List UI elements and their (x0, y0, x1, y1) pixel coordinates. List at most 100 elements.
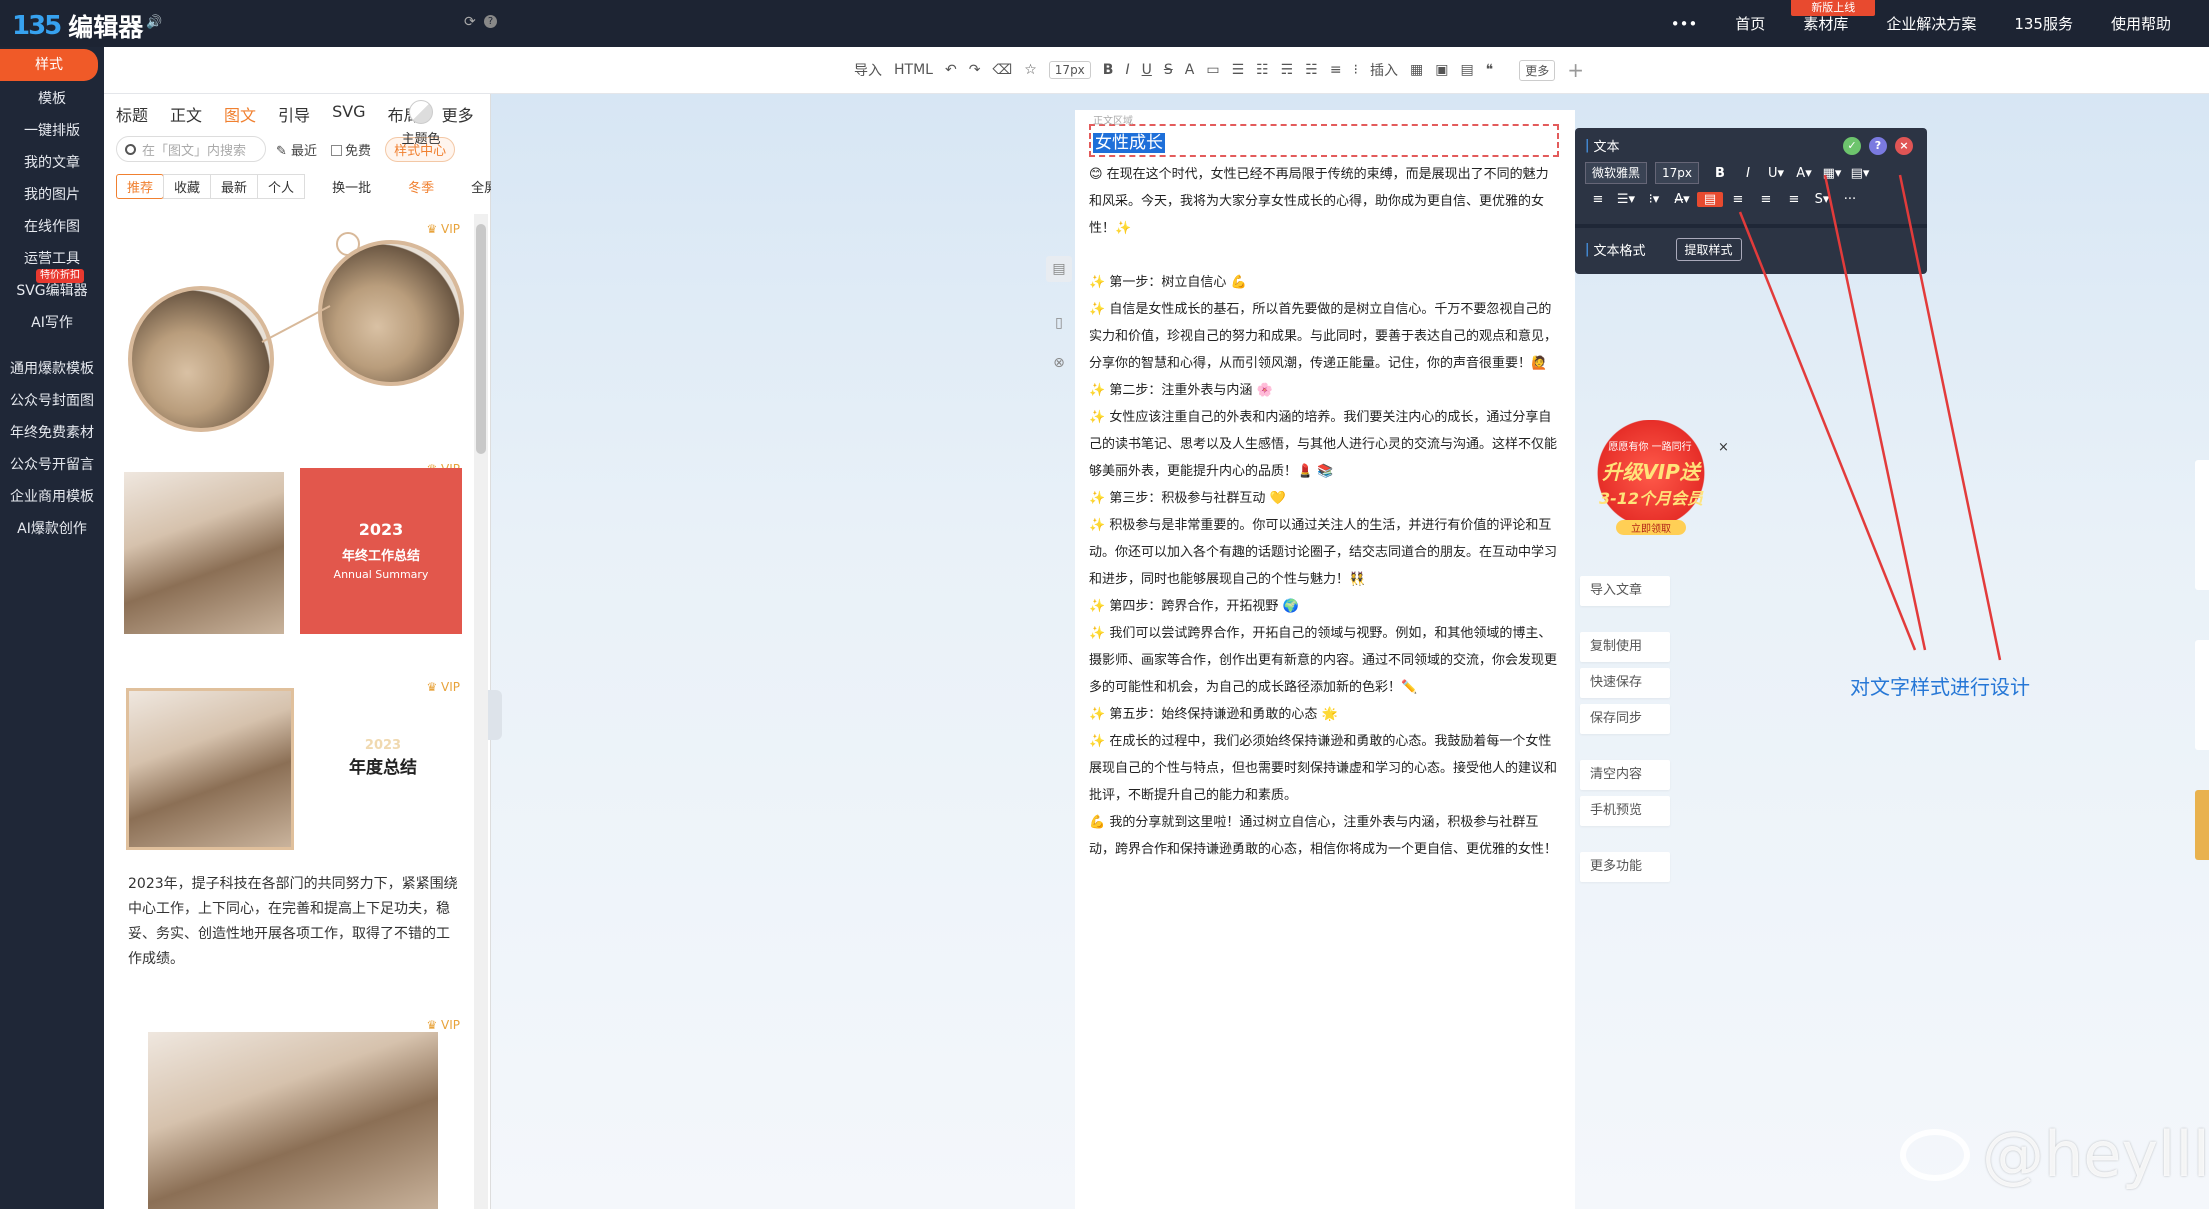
tab-image-text[interactable]: 图文 (224, 102, 256, 126)
theme-color-button[interactable]: 主题色 (397, 100, 445, 147)
doc-paragraph[interactable]: 💪 我的分享就到这里啦！通过树立自信心，注重外表与内涵，积极参与社群互动，跨界合… (1089, 809, 1561, 863)
tab-body[interactable]: 正文 (170, 102, 202, 126)
add-icon[interactable]: + (1567, 58, 1584, 82)
undo-icon[interactable]: ↶ (945, 62, 957, 78)
redo-icon[interactable]: ↷ (969, 62, 981, 78)
strike-icon[interactable]: S▾ (1809, 192, 1835, 207)
speaker-icon[interactable]: 🔊 (146, 15, 162, 30)
align-left-icon[interactable]: ▤ (1697, 192, 1723, 207)
video-icon[interactable]: ▤ (1460, 62, 1473, 78)
vip-promo[interactable]: 愿愿有你 一路同行 升级VIP送 3-12个月会员 立即领取 (1580, 420, 1722, 538)
template-card-4[interactable]: ♛ VIP (118, 1012, 468, 1209)
sidebar-item-ai-creation[interactable]: AI爆款创作 (0, 513, 104, 545)
subtab-recommend[interactable]: 推荐 (116, 174, 165, 199)
font-size-select[interactable]: 17px (1048, 61, 1091, 79)
font-size-select[interactable]: 17px (1655, 162, 1700, 184)
sidebar-item-online-drawing[interactable]: 在线作图 (0, 211, 104, 243)
indent-icon[interactable]: ☴ (1281, 62, 1294, 78)
border-icon[interactable]: ▤▾ (1847, 166, 1873, 181)
doc-paragraph[interactable]: ✨ 第四步：跨界合作，开拓视野 🌍 (1089, 593, 1561, 620)
ok-icon[interactable]: ✓ (1843, 137, 1861, 155)
more-icon[interactable]: ··· (1837, 192, 1863, 207)
line-height-icon[interactable]: ⁝▾ (1641, 192, 1667, 207)
sidebar-item-svg-editor[interactable]: 特价折扣 SVG编辑器 (0, 269, 104, 307)
sidebar-item-my-images[interactable]: 我的图片 (0, 179, 104, 211)
nav-service[interactable]: 135服务 (2014, 13, 2073, 34)
font-color-icon[interactable]: A (1185, 62, 1195, 78)
doc-paragraph[interactable]: ✨ 在成长的过程中，我们必须始终保持谦逊和勇敢的心态。我鼓励着每一个女性展现自己… (1089, 728, 1561, 809)
doc-paragraph[interactable]: ✨ 第一步：树立自信心 💪 (1089, 269, 1561, 296)
copy-button[interactable]: 复制使用 (1580, 632, 1670, 662)
nav-help[interactable]: 使用帮助 (2111, 13, 2171, 34)
doc-paragraph[interactable]: ✨ 我们可以尝试跨界合作，开拓自己的领域与视野。例如，和其他领域的博主、摄影师、… (1089, 620, 1561, 701)
file-icon[interactable]: ▯ (1046, 310, 1072, 336)
free-checkbox[interactable]: 免费 (331, 140, 371, 159)
sidebar-item-comments[interactable]: 公众号开留言 (0, 449, 104, 481)
close-icon[interactable]: × (1895, 137, 1913, 155)
mobile-preview-button[interactable]: 手机预览 (1580, 796, 1670, 826)
format-brush-icon[interactable]: ☆ (1024, 62, 1037, 78)
subtab-latest[interactable]: 最新 (210, 174, 259, 199)
doc-paragraph[interactable]: ✨ 第三步：积极参与社群互动 💛 (1089, 485, 1561, 512)
extract-style-button[interactable]: 提取样式 (1675, 238, 1742, 261)
right-tab[interactable] (2195, 460, 2209, 590)
sidebar-item-enterprise[interactable]: 企业商用模板 (0, 481, 104, 513)
help-icon[interactable]: ? (1869, 137, 1887, 155)
panel-scrollbar[interactable] (474, 214, 488, 1209)
subtab-personal[interactable]: 个人 (257, 174, 306, 199)
import-button[interactable]: 导入 (854, 60, 882, 80)
help-icon[interactable]: ? (484, 15, 497, 28)
underline-icon[interactable]: U▾ (1763, 166, 1789, 181)
more-button[interactable]: 更多 (1519, 59, 1556, 81)
bold-icon[interactable]: B (1103, 62, 1114, 78)
italic-icon[interactable]: I (1735, 166, 1761, 181)
list-icon[interactable]: ☷ (1256, 62, 1269, 78)
line-height-icon[interactable]: ⁝ (1354, 62, 1358, 78)
bg-color-icon[interactable]: ▦▾ (1819, 166, 1845, 181)
doc-paragraph[interactable]: ✨ 自信是女性成长的基石，所以首先要做的是树立自信心。千万不要忽视自己的实力和价… (1089, 296, 1561, 377)
html-button[interactable]: HTML (894, 62, 933, 78)
doc-paragraph[interactable]: ✨ 第二步：注重外表与内涵 🌸 (1089, 377, 1561, 404)
list-icon[interactable]: ≡ (1585, 192, 1611, 207)
font-color-icon[interactable]: A▾ (1791, 166, 1817, 181)
nav-enterprise[interactable]: 企业解决方案 (1886, 13, 1976, 34)
scrollbar-thumb[interactable] (476, 224, 486, 454)
quote-icon[interactable]: ❝ (1486, 62, 1494, 78)
align-icon[interactable]: ☰ (1232, 62, 1245, 78)
more-features-button[interactable]: 更多功能 (1580, 852, 1670, 882)
insert-button[interactable]: 插入 (1370, 60, 1398, 80)
bold-icon[interactable]: B (1707, 166, 1733, 181)
paragraph-icon[interactable]: ≡ (1330, 62, 1342, 78)
winter-tag[interactable]: 冬季 (398, 175, 444, 198)
bg-color-icon[interactable]: ▭ (1206, 62, 1219, 78)
app-logo[interactable]: 135 编辑器 (12, 8, 143, 44)
vip-get-button[interactable]: 立即领取 (1616, 520, 1686, 535)
doc-paragraph[interactable]: ✨ 第五步：始终保持谦逊和勇敢的心态 🌟 (1089, 701, 1561, 728)
article-document[interactable]: 正文区域 女性成长 😊 在现在这个时代，女性已经不再局限于传统的束缚，而是展现出… (1075, 110, 1575, 1209)
recent-filter[interactable]: ✎ 最近 (276, 140, 317, 159)
close-icon[interactable]: × (1718, 440, 1729, 455)
import-article-button[interactable]: 导入文章 (1580, 576, 1670, 606)
collapse-panel-handle[interactable] (488, 690, 502, 740)
sidebar-item-template[interactable]: 模板 (0, 83, 104, 115)
doc-paragraph[interactable]: 😊 在现在这个时代，女性已经不再局限于传统的束缚，而是展现出了不同的魅力和风采。… (1089, 161, 1561, 242)
sidebar-item-auto-layout[interactable]: 一键排版 (0, 115, 104, 147)
right-tab[interactable] (2195, 640, 2209, 750)
spacing-icon[interactable]: ☵ (1305, 62, 1318, 78)
doc-paragraph[interactable] (1089, 242, 1561, 269)
refresh-icon[interactable]: ⟳ (464, 14, 476, 30)
nav-more[interactable]: ••• (1671, 15, 1698, 33)
doc-icon[interactable]: ▤ (1046, 256, 1072, 282)
clear-button[interactable]: 清空内容 (1580, 760, 1670, 790)
tab-more[interactable]: 更多 (442, 102, 474, 126)
tab-title[interactable]: 标题 (116, 102, 148, 126)
selected-title[interactable]: 女性成长 (1089, 124, 1559, 157)
eraser-icon[interactable]: ⌫ (992, 62, 1012, 78)
quick-save-button[interactable]: 快速保存 (1580, 668, 1670, 698)
font-family-select[interactable]: 微软雅黑 (1585, 162, 1648, 184)
sidebar-item-cover[interactable]: 公众号封面图 (0, 385, 104, 417)
swap-button[interactable]: 换一批 (322, 175, 381, 198)
right-tab[interactable] (2195, 790, 2209, 860)
sidebar-item-hot-templates[interactable]: 通用爆款模板 (0, 353, 104, 385)
underline-icon[interactable]: U (1142, 62, 1152, 78)
